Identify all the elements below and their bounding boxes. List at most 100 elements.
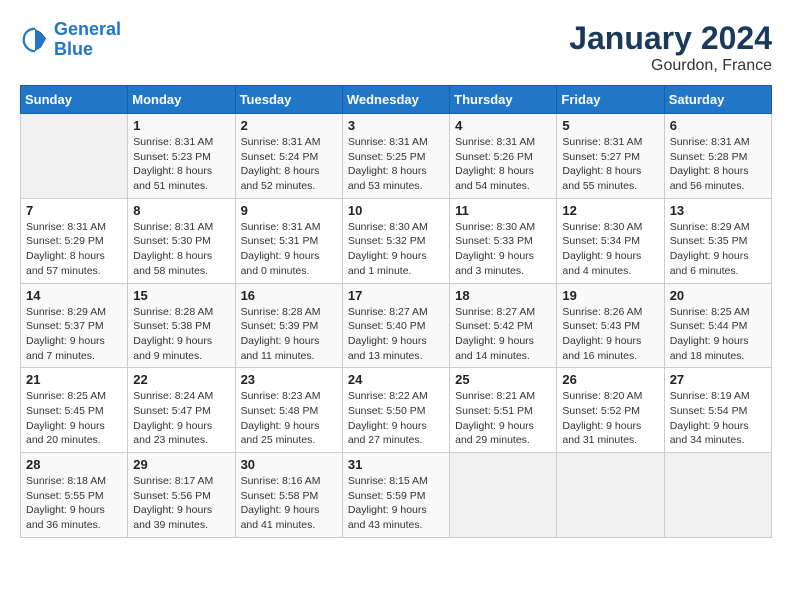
calendar-header: SundayMondayTuesdayWednesdayThursdayFrid… bbox=[21, 86, 772, 114]
day-number: 26 bbox=[562, 372, 658, 387]
day-cell: 22Sunrise: 8:24 AMSunset: 5:47 PMDayligh… bbox=[128, 368, 235, 453]
day-cell: 19 Sunrise: 8:26 AMSunset: 5:43 PMDayligh… bbox=[557, 283, 664, 368]
day-cell: 21Sunrise: 8:25 AMSunset: 5:45 PMDayligh… bbox=[21, 368, 128, 453]
day-number: 29 bbox=[133, 457, 229, 472]
day-cell: 29 Sunrise: 8:17 AMSunset: 5:56 PMDayligh… bbox=[128, 453, 235, 538]
day-info: Sunrise: 8:25 AMSunset: 5:44 PMDaylight:… bbox=[670, 305, 766, 364]
day-cell: 9 Sunrise: 8:31 AMSunset: 5:31 PMDaylight… bbox=[235, 198, 342, 283]
day-cell: 1Sunrise: 8:31 AMSunset: 5:23 PMDaylight… bbox=[128, 114, 235, 199]
day-number: 16 bbox=[241, 288, 337, 303]
day-info: Sunrise: 8:27 AMSunset: 5:42 PMDaylight:… bbox=[455, 305, 551, 364]
page-header: General Blue January 2024 Gourdon, Franc… bbox=[20, 20, 772, 75]
day-info: Sunrise: 8:23 AMSunset: 5:48 PMDaylight:… bbox=[241, 389, 337, 448]
day-number: 24 bbox=[348, 372, 444, 387]
calendar-body: 1Sunrise: 8:31 AMSunset: 5:23 PMDaylight… bbox=[21, 114, 772, 538]
header-day-thursday: Thursday bbox=[450, 86, 557, 114]
day-cell: 10Sunrise: 8:30 AMSunset: 5:32 PMDayligh… bbox=[342, 198, 449, 283]
day-info: Sunrise: 8:30 AMSunset: 5:33 PMDaylight:… bbox=[455, 220, 551, 279]
day-info: Sunrise: 8:28 AMSunset: 5:38 PMDaylight:… bbox=[133, 305, 229, 364]
day-info: Sunrise: 8:31 AMSunset: 5:24 PMDaylight:… bbox=[241, 135, 337, 194]
day-info: Sunrise: 8:24 AMSunset: 5:47 PMDaylight:… bbox=[133, 389, 229, 448]
week-row-0: 1Sunrise: 8:31 AMSunset: 5:23 PMDaylight… bbox=[21, 114, 772, 199]
day-number: 4 bbox=[455, 118, 551, 133]
day-info: Sunrise: 8:31 AMSunset: 5:31 PMDaylight:… bbox=[241, 220, 337, 279]
logo-icon bbox=[20, 25, 50, 55]
week-row-1: 7 Sunrise: 8:31 AMSunset: 5:29 PMDaylight… bbox=[21, 198, 772, 283]
day-cell: 4 Sunrise: 8:31 AMSunset: 5:26 PMDaylight… bbox=[450, 114, 557, 199]
day-info: Sunrise: 8:19 AMSunset: 5:54 PMDaylight:… bbox=[670, 389, 766, 448]
day-number: 21 bbox=[26, 372, 122, 387]
calendar-table: SundayMondayTuesdayWednesdayThursdayFrid… bbox=[20, 85, 772, 538]
day-info: Sunrise: 8:30 AMSunset: 5:34 PMDaylight:… bbox=[562, 220, 658, 279]
week-row-2: 14 Sunrise: 8:29 AMSunset: 5:37 PMDayligh… bbox=[21, 283, 772, 368]
day-info: Sunrise: 8:28 AMSunset: 5:39 PMDaylight:… bbox=[241, 305, 337, 364]
day-number: 19 bbox=[562, 288, 658, 303]
day-cell: 23Sunrise: 8:23 AMSunset: 5:48 PMDayligh… bbox=[235, 368, 342, 453]
day-number: 9 bbox=[241, 203, 337, 218]
day-number: 3 bbox=[348, 118, 444, 133]
day-cell bbox=[21, 114, 128, 199]
day-cell: 18 Sunrise: 8:27 AMSunset: 5:42 PMDayligh… bbox=[450, 283, 557, 368]
day-cell: 20 Sunrise: 8:25 AMSunset: 5:44 PMDayligh… bbox=[664, 283, 771, 368]
day-number: 2 bbox=[241, 118, 337, 133]
day-cell: 25Sunrise: 8:21 AMSunset: 5:51 PMDayligh… bbox=[450, 368, 557, 453]
day-info: Sunrise: 8:31 AMSunset: 5:28 PMDaylight:… bbox=[670, 135, 766, 194]
day-cell: 3 Sunrise: 8:31 AMSunset: 5:25 PMDaylight… bbox=[342, 114, 449, 199]
header-day-wednesday: Wednesday bbox=[342, 86, 449, 114]
day-cell: 27 Sunrise: 8:19 AMSunset: 5:54 PMDayligh… bbox=[664, 368, 771, 453]
day-info: Sunrise: 8:18 AMSunset: 5:55 PMDaylight:… bbox=[26, 474, 122, 533]
day-info: Sunrise: 8:21 AMSunset: 5:51 PMDaylight:… bbox=[455, 389, 551, 448]
day-cell bbox=[664, 453, 771, 538]
day-number: 11 bbox=[455, 203, 551, 218]
day-info: Sunrise: 8:17 AMSunset: 5:56 PMDaylight:… bbox=[133, 474, 229, 533]
day-cell: 13 Sunrise: 8:29 AMSunset: 5:35 PMDayligh… bbox=[664, 198, 771, 283]
day-cell: 6 Sunrise: 8:31 AMSunset: 5:28 PMDaylight… bbox=[664, 114, 771, 199]
day-cell: 24 Sunrise: 8:22 AMSunset: 5:50 PMDayligh… bbox=[342, 368, 449, 453]
day-number: 14 bbox=[26, 288, 122, 303]
day-cell: 5Sunrise: 8:31 AMSunset: 5:27 PMDaylight… bbox=[557, 114, 664, 199]
day-info: Sunrise: 8:26 AMSunset: 5:43 PMDaylight:… bbox=[562, 305, 658, 364]
day-cell: 2 Sunrise: 8:31 AMSunset: 5:24 PMDaylight… bbox=[235, 114, 342, 199]
day-cell: 7 Sunrise: 8:31 AMSunset: 5:29 PMDaylight… bbox=[21, 198, 128, 283]
day-cell bbox=[557, 453, 664, 538]
day-info: Sunrise: 8:31 AMSunset: 5:29 PMDaylight:… bbox=[26, 220, 122, 279]
day-number: 7 bbox=[26, 203, 122, 218]
day-info: Sunrise: 8:31 AMSunset: 5:23 PMDaylight:… bbox=[133, 135, 229, 194]
header-day-tuesday: Tuesday bbox=[235, 86, 342, 114]
day-info: Sunrise: 8:29 AMSunset: 5:35 PMDaylight:… bbox=[670, 220, 766, 279]
day-number: 31 bbox=[348, 457, 444, 472]
day-info: Sunrise: 8:27 AMSunset: 5:40 PMDaylight:… bbox=[348, 305, 444, 364]
day-number: 13 bbox=[670, 203, 766, 218]
day-cell bbox=[450, 453, 557, 538]
day-info: Sunrise: 8:16 AMSunset: 5:58 PMDaylight:… bbox=[241, 474, 337, 533]
logo-text: General Blue bbox=[54, 20, 121, 60]
day-number: 20 bbox=[670, 288, 766, 303]
day-number: 27 bbox=[670, 372, 766, 387]
day-number: 17 bbox=[348, 288, 444, 303]
day-number: 18 bbox=[455, 288, 551, 303]
day-info: Sunrise: 8:22 AMSunset: 5:50 PMDaylight:… bbox=[348, 389, 444, 448]
day-cell: 15 Sunrise: 8:28 AMSunset: 5:38 PMDayligh… bbox=[128, 283, 235, 368]
day-cell: 12Sunrise: 8:30 AMSunset: 5:34 PMDayligh… bbox=[557, 198, 664, 283]
header-day-sunday: Sunday bbox=[21, 86, 128, 114]
header-day-monday: Monday bbox=[128, 86, 235, 114]
day-number: 6 bbox=[670, 118, 766, 133]
day-number: 30 bbox=[241, 457, 337, 472]
header-day-friday: Friday bbox=[557, 86, 664, 114]
day-number: 15 bbox=[133, 288, 229, 303]
day-cell: 26Sunrise: 8:20 AMSunset: 5:52 PMDayligh… bbox=[557, 368, 664, 453]
day-number: 8 bbox=[133, 203, 229, 218]
day-info: Sunrise: 8:31 AMSunset: 5:26 PMDaylight:… bbox=[455, 135, 551, 194]
title-block: January 2024 Gourdon, France bbox=[569, 20, 772, 75]
day-cell: 11 Sunrise: 8:30 AMSunset: 5:33 PMDayligh… bbox=[450, 198, 557, 283]
day-info: Sunrise: 8:29 AMSunset: 5:37 PMDaylight:… bbox=[26, 305, 122, 364]
day-cell: 16 Sunrise: 8:28 AMSunset: 5:39 PMDayligh… bbox=[235, 283, 342, 368]
day-cell: 14 Sunrise: 8:29 AMSunset: 5:37 PMDayligh… bbox=[21, 283, 128, 368]
week-row-3: 21Sunrise: 8:25 AMSunset: 5:45 PMDayligh… bbox=[21, 368, 772, 453]
day-cell: 30 Sunrise: 8:16 AMSunset: 5:58 PMDayligh… bbox=[235, 453, 342, 538]
header-day-saturday: Saturday bbox=[664, 86, 771, 114]
logo: General Blue bbox=[20, 20, 121, 60]
day-cell: 31Sunrise: 8:15 AMSunset: 5:59 PMDayligh… bbox=[342, 453, 449, 538]
week-row-4: 28Sunrise: 8:18 AMSunset: 5:55 PMDayligh… bbox=[21, 453, 772, 538]
day-info: Sunrise: 8:31 AMSunset: 5:25 PMDaylight:… bbox=[348, 135, 444, 194]
